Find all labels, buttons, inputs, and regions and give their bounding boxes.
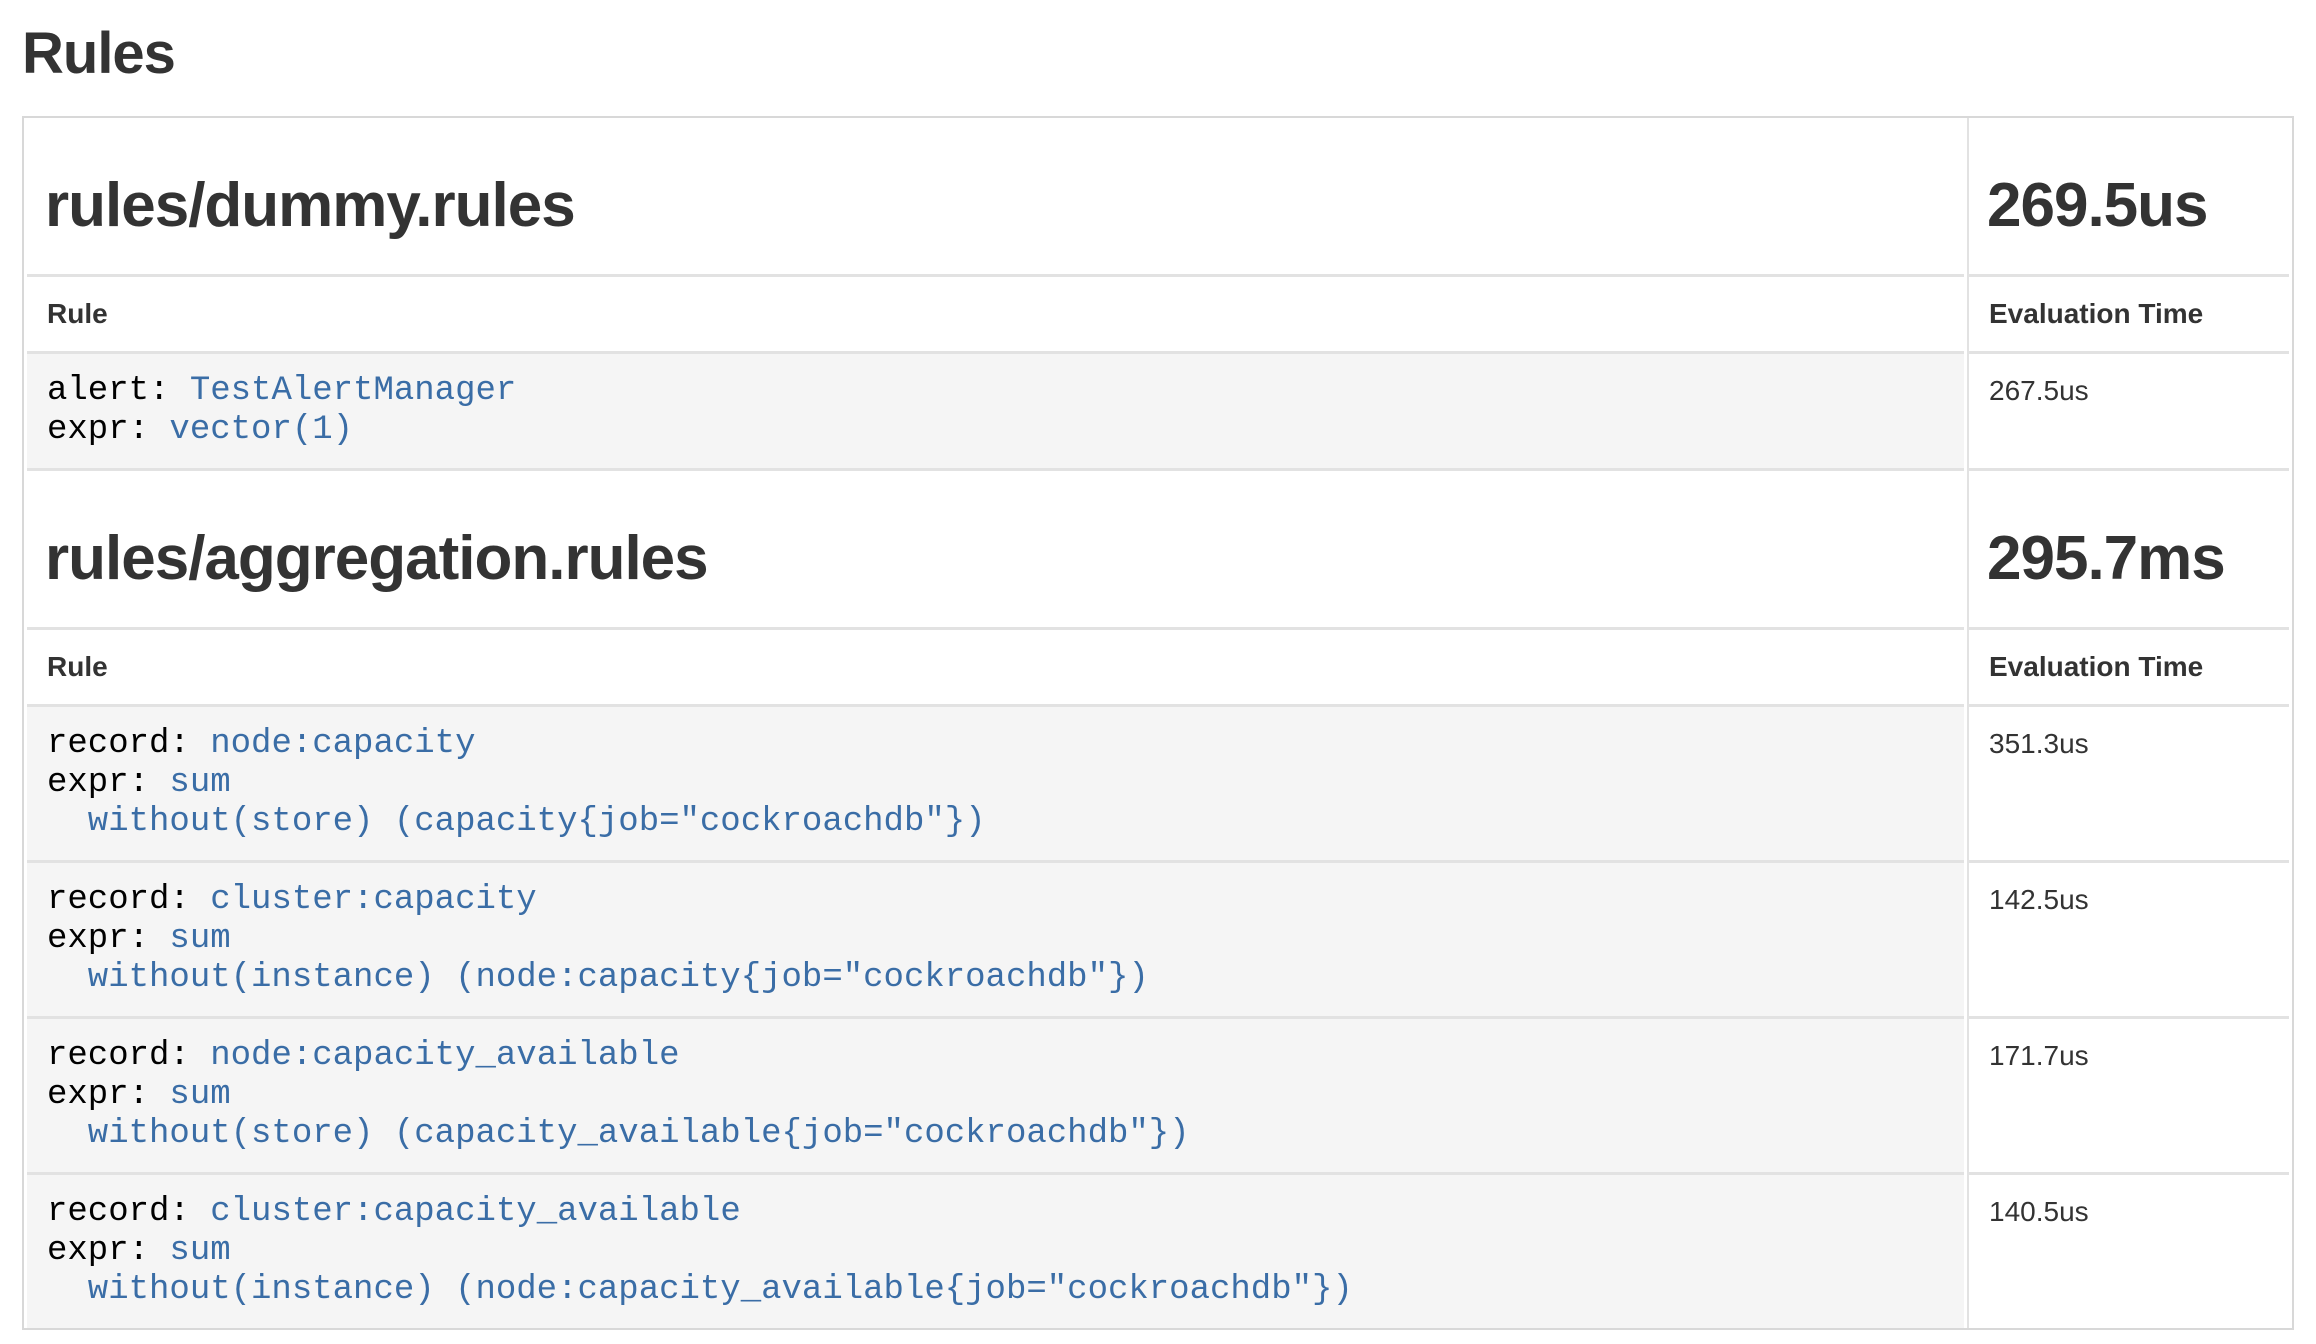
rule-group-title: rules/dummy.rules <box>45 172 1946 240</box>
rule-group-header-row: rules/dummy.rules 269.5us <box>27 118 2289 274</box>
rule-link[interactable]: cluster:capacity_available <box>210 1193 741 1231</box>
rule-keyword: expr: <box>47 1232 169 1270</box>
column-header-row: Rule Evaluation Time <box>27 627 2289 704</box>
rule-link[interactable]: TestAlertManager <box>190 372 516 410</box>
rule-text: alert: TestAlertManager expr: vector(1) <box>47 372 1944 450</box>
rule-group-eval-cell: 295.7ms <box>1967 468 2289 627</box>
eval-time-column-header: Evaluation Time <box>1967 627 2289 704</box>
rule-row: record: cluster:capacity_available expr:… <box>27 1172 2289 1328</box>
rule-group-title-cell: rules/dummy.rules <box>27 118 1964 274</box>
rule-eval-time: 171.7us <box>1967 1016 2289 1172</box>
rule-row: alert: TestAlertManager expr: vector(1) … <box>27 351 2289 468</box>
rule-row: record: node:capacity expr: sum without(… <box>27 704 2289 860</box>
rule-keyword: record: <box>47 725 210 763</box>
rule-column-header: Rule <box>27 627 1964 704</box>
rule-link[interactable]: sum without(store) (capacity{job="cockro… <box>47 764 986 841</box>
rule-group-title-cell: rules/aggregation.rules <box>27 468 1964 627</box>
rule-text: record: cluster:capacity expr: sum witho… <box>47 881 1944 998</box>
rule-link[interactable]: cluster:capacity <box>210 881 536 919</box>
rule-eval-time: 351.3us <box>1967 704 2289 860</box>
rule-text: record: node:capacity_available expr: su… <box>47 1037 1944 1154</box>
rule-cell: record: cluster:capacity expr: sum witho… <box>27 860 1964 1016</box>
rule-keyword: expr: <box>47 764 169 802</box>
column-header-row: Rule Evaluation Time <box>27 274 2289 351</box>
rule-keyword: record: <box>47 1037 210 1075</box>
rule-row: record: node:capacity_available expr: su… <box>27 1016 2289 1172</box>
rule-link[interactable]: sum without(instance) (node:capacity{job… <box>47 920 1149 997</box>
rule-eval-time: 140.5us <box>1967 1172 2289 1328</box>
rule-link[interactable]: node:capacity <box>210 725 475 763</box>
rule-link[interactable]: node:capacity_available <box>210 1037 679 1075</box>
rule-keyword: expr: <box>47 411 169 449</box>
rule-eval-time: 267.5us <box>1967 351 2289 468</box>
rule-link[interactable]: sum without(instance) (node:capacity_ava… <box>47 1232 1353 1309</box>
rule-cell: record: node:capacity_available expr: su… <box>27 1016 1964 1172</box>
rule-keyword: alert: <box>47 372 190 410</box>
rule-eval-time: 142.5us <box>1967 860 2289 1016</box>
rules-table: rules/dummy.rules 269.5us Rule Evaluatio… <box>22 116 2294 1330</box>
page-title: Rules <box>22 22 2294 86</box>
rule-link[interactable]: vector(1) <box>169 411 353 449</box>
rule-keyword: record: <box>47 1193 210 1231</box>
rule-link[interactable]: sum without(store) (capacity_available{j… <box>47 1076 1190 1153</box>
rule-row: record: cluster:capacity expr: sum witho… <box>27 860 2289 1016</box>
rule-keyword: expr: <box>47 920 169 958</box>
rule-cell: alert: TestAlertManager expr: vector(1) <box>27 351 1964 468</box>
rule-group-eval-time: 295.7ms <box>1987 525 2271 593</box>
rule-group-header-row: rules/aggregation.rules 295.7ms <box>27 468 2289 627</box>
rule-cell: record: node:capacity expr: sum without(… <box>27 704 1964 860</box>
eval-time-column-header: Evaluation Time <box>1967 274 2289 351</box>
rule-keyword: expr: <box>47 1076 169 1114</box>
rule-group-eval-cell: 269.5us <box>1967 118 2289 274</box>
rule-text: record: node:capacity expr: sum without(… <box>47 725 1944 842</box>
rules-page: Rules rules/dummy.rules 269.5us Rule Eva… <box>0 22 2316 1330</box>
rule-column-header: Rule <box>27 274 1964 351</box>
rule-group-eval-time: 269.5us <box>1987 172 2271 240</box>
rule-cell: record: cluster:capacity_available expr:… <box>27 1172 1964 1328</box>
rule-keyword: record: <box>47 881 210 919</box>
rule-group-title: rules/aggregation.rules <box>45 525 1946 593</box>
rule-text: record: cluster:capacity_available expr:… <box>47 1193 1944 1310</box>
